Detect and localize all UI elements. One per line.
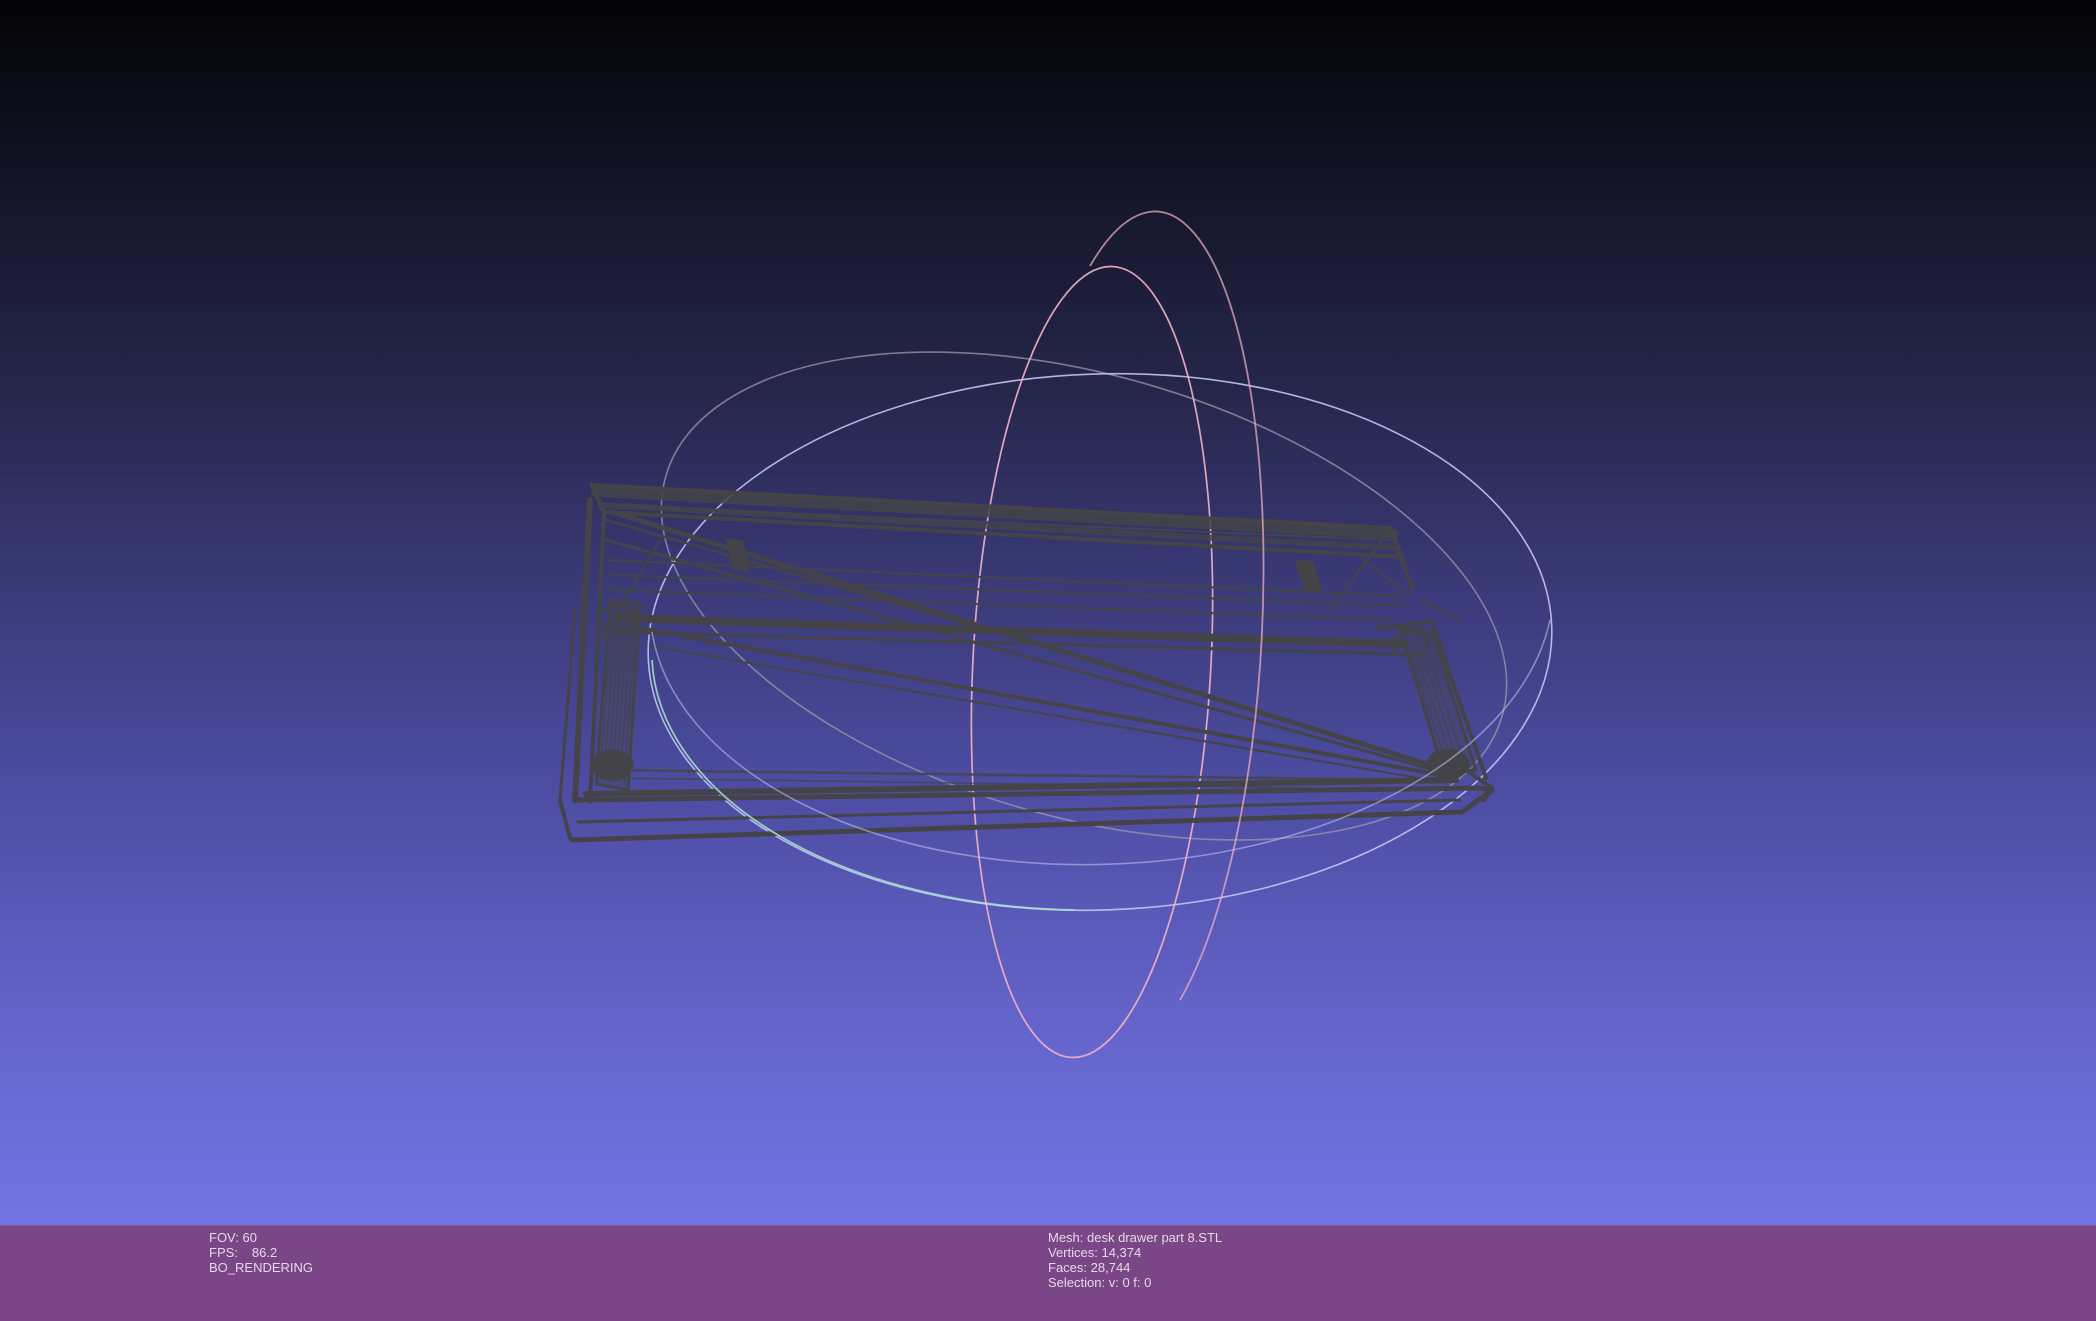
mesh-name-readout: Mesh: desk drawer part 8.STL — [1048, 1230, 1222, 1245]
fps-readout: FPS: 86.2 — [209, 1245, 313, 1260]
render-info: FOV: 60 FPS: 86.2 BO_RENDERING — [209, 1230, 313, 1275]
fov-readout: FOV: 60 — [209, 1230, 313, 1245]
scene-canvas[interactable] — [0, 0, 2096, 1225]
fps-value: 86.2 — [251, 1245, 278, 1260]
vertices-value: 14,374 — [1101, 1245, 1142, 1260]
selection-readout: Selection: v: 0 f: 0 — [1048, 1275, 1222, 1290]
faces-label: Faces: — [1048, 1260, 1088, 1275]
info-bar: FOV: 60 FPS: 86.2 BO_RENDERING Mesh: desk… — [0, 1225, 2096, 1321]
vertices-label: Vertices: — [1048, 1245, 1098, 1260]
render-mode: BO_RENDERING — [209, 1260, 314, 1275]
faces-value: 28,744 — [1090, 1260, 1131, 1275]
selection-label: Selection: — [1048, 1275, 1106, 1290]
fov-value: 60 — [242, 1230, 257, 1245]
mesh-label: Mesh: — [1048, 1230, 1084, 1245]
3d-viewport[interactable] — [0, 0, 2096, 1225]
faces-readout: Faces: 28,744 — [1048, 1260, 1222, 1275]
fov-label: FOV: — [209, 1230, 239, 1245]
fps-label: FPS: — [209, 1245, 238, 1260]
vertices-readout: Vertices: 14,374 — [1048, 1245, 1222, 1260]
selection-value: v: 0 f: 0 — [1108, 1275, 1152, 1290]
mesh-info: Mesh: desk drawer part 8.STL Vertices: 1… — [1048, 1230, 1222, 1290]
mesh-wireframe[interactable] — [558, 482, 1495, 843]
mesh-name: desk drawer part 8.STL — [1087, 1230, 1223, 1245]
